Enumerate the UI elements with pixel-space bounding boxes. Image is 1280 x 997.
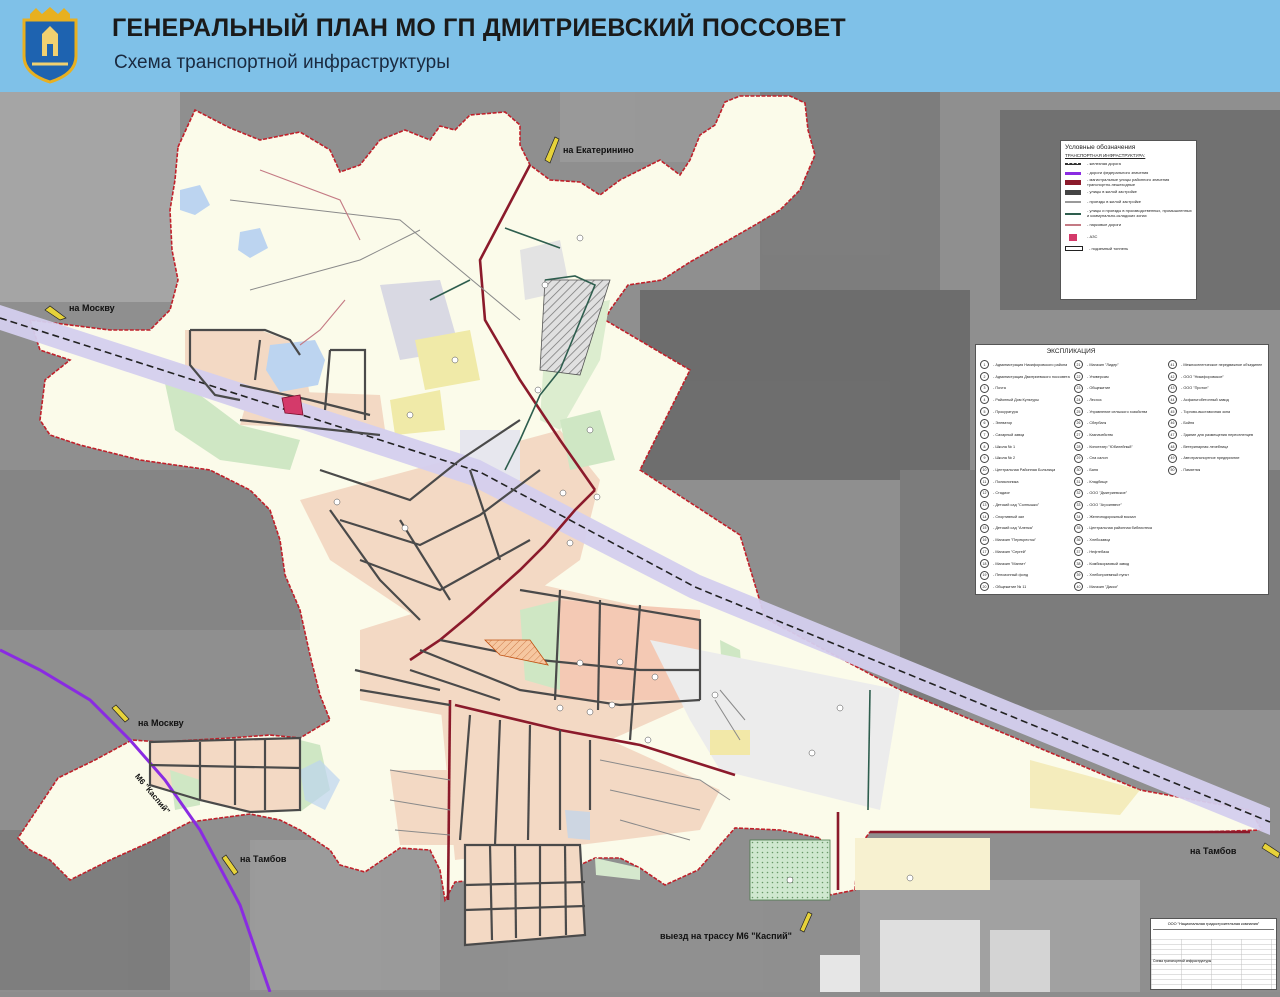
title-block-stamp: ООО "Национальная градостроительная комп… xyxy=(1150,918,1277,990)
explication-title: ЭКСПЛИКАЦИЯ xyxy=(1046,348,1096,355)
direction-label-tambov-east: на Тамбов xyxy=(1190,846,1237,856)
explication-item: 5- Прокуратура xyxy=(980,406,1074,418)
explication-table: ЭКСПЛИКАЦИЯ 1- Администрация Никифоровск… xyxy=(975,344,1269,595)
tunnel-icon xyxy=(1065,246,1083,252)
stamp-grid xyxy=(1151,939,1276,989)
explication-item: 28- Кинотеатр "Юбилейный" xyxy=(1074,441,1168,453)
explication-item: 2- Администрация Дмитриевского поссовета xyxy=(980,371,1074,383)
explication-item: 47- Здание для размещения переселенцев xyxy=(1168,429,1262,441)
explication-item: 40- Магазин "Дикси" xyxy=(1074,581,1168,593)
street-swatch xyxy=(1065,189,1081,195)
explication-item: 21- Магазин "Лидер" xyxy=(1074,359,1168,371)
explication-item: 33- ООО "Агроинвест" xyxy=(1074,499,1168,511)
explication-item: 25- Управление сельского хозяйства xyxy=(1074,406,1168,418)
main-street-swatch xyxy=(1065,180,1081,186)
explication-item: 48- Ветеринарная лечебница xyxy=(1168,441,1262,453)
explication-item: 15- Детский сад "Аленка" xyxy=(980,523,1074,535)
explication-item: 11- Поликлиника xyxy=(980,476,1074,488)
legend-item: - парковые дороги xyxy=(1061,221,1196,231)
gas-station xyxy=(281,394,304,416)
explication-item: 1- Администрация Никифоровского района xyxy=(980,359,1074,371)
explication-item: 13- Детский сад "Солнышко" xyxy=(980,499,1074,511)
legend-section: ТРАНСПОРТНАЯ ИНФРАСТРУКТУРА: xyxy=(1065,153,1146,158)
map-legend: Условные обозначения ТРАНСПОРТНАЯ ИНФРАС… xyxy=(1060,140,1197,300)
direction-label-moscow-north: на Москву xyxy=(69,303,115,313)
federal-road-swatch xyxy=(1065,171,1081,175)
explication-item: 16- Магазин "Перекресток" xyxy=(980,534,1074,546)
explication-item: 49- Автотранспортное предприятие xyxy=(1168,453,1262,465)
explication-item: 22- Универсам xyxy=(1074,371,1168,383)
explication-item: 35- Центральная районная библиотека xyxy=(1074,523,1168,535)
explication-item: 44- Асфальтобетонный завод xyxy=(1168,394,1262,406)
explication-item: 24- Лесхоз xyxy=(1074,394,1168,406)
direction-label-moscow-south: на Москву xyxy=(138,718,184,728)
railway-swatch xyxy=(1065,162,1081,165)
explication-item: 30- Баня xyxy=(1074,464,1168,476)
explication-column-3: 41- Межпоселенческое передвижное объедин… xyxy=(1168,359,1262,476)
gas-station-icon xyxy=(1069,233,1077,241)
explication-item: 8- Школа № 1 xyxy=(980,441,1074,453)
explication-item: 19- Пенсионный фонд xyxy=(980,569,1074,581)
explication-item: 36- Хлебозавод xyxy=(1074,534,1168,546)
explication-item: 10- Центральная Районная Больница xyxy=(980,464,1074,476)
explication-item: 50- Памятник xyxy=(1168,464,1262,476)
legend-item: - улицы и проезды в производственных, пр… xyxy=(1061,207,1196,221)
explication-item: 27- Казначейство xyxy=(1074,429,1168,441)
stamp-note: Схема транспортной инфраструктуры xyxy=(1153,959,1212,963)
explication-item: 4- Районный Дом Культуры xyxy=(980,394,1074,406)
park-road-swatch xyxy=(1065,224,1081,227)
passage-swatch xyxy=(1065,200,1081,203)
explication-item: 7- Сахарный завод xyxy=(980,429,1074,441)
explication-item: 39- Хлебоприемный пункт xyxy=(1074,569,1168,581)
explication-item: 17- Магазин "Сергей" xyxy=(980,546,1074,558)
explication-item: 32- ООО "Дмитриевское" xyxy=(1074,488,1168,500)
explication-item: 3- Почта xyxy=(980,382,1074,394)
explication-item: 9- Школа № 2 xyxy=(980,453,1074,465)
explication-item: 6- Элеватор xyxy=(980,417,1074,429)
explication-item: 37- Нефтебаза xyxy=(1074,546,1168,558)
explication-item: 12- Стадион xyxy=(980,488,1074,500)
explication-item: 41- Межпоселенческое передвижное объедин… xyxy=(1168,359,1262,371)
explication-item: 34- Железнодорожный вокзал xyxy=(1074,511,1168,523)
legend-item: - магистральные улицы районного значения… xyxy=(1061,178,1196,188)
stamp-organization: ООО "Национальная градостроительная комп… xyxy=(1153,922,1274,930)
page-subtitle: Схема транспортной инфраструктуры xyxy=(114,52,450,73)
direction-label-tambov-west: на Тамбов xyxy=(240,854,287,864)
legend-title: Условные обозначения xyxy=(1065,144,1136,151)
explication-item: 18- Магазин "Магнит" xyxy=(980,558,1074,570)
legend-item: - улицы в жилой застройке xyxy=(1061,188,1196,198)
explication-column-1: 1- Администрация Никифоровского района 2… xyxy=(980,359,1074,593)
explication-item: 46- Бойня xyxy=(1168,417,1262,429)
explication-item: 26- Сбербанк xyxy=(1074,417,1168,429)
header-bar: ГЕНЕРАЛЬНЫЙ ПЛАН МО ГП ДМИТРИЕВСКИЙ ПОСС… xyxy=(0,0,1280,93)
explication-item: 14- Спортивный зал xyxy=(980,511,1074,523)
legend-item: - подземный тоннель xyxy=(1061,244,1196,254)
legend-item: - АЗС xyxy=(1061,230,1196,244)
industrial-street-swatch xyxy=(1065,212,1081,215)
direction-label-ekaterinino: на Екатеринино xyxy=(563,145,634,155)
page-title: ГЕНЕРАЛЬНЫЙ ПЛАН МО ГП ДМИТРИЕВСКИЙ ПОСС… xyxy=(112,14,846,42)
direction-label-exit-m6: выезд на трассу М6 "Каспий" xyxy=(660,931,792,941)
coat-of-arms-icon xyxy=(22,7,78,84)
explication-item: 23- Общежитие xyxy=(1074,382,1168,394)
explication-item: 38- Комбикормовый завод xyxy=(1074,558,1168,570)
legend-item: - проезды в жилой застройке xyxy=(1061,197,1196,207)
explication-item: 29- Спа салон xyxy=(1074,453,1168,465)
explication-item: 42- ООО "Никифоровское" xyxy=(1168,371,1262,383)
legend-item: - железная дорога xyxy=(1061,159,1196,169)
explication-item: 43- ООО "Протон" xyxy=(1168,382,1262,394)
explication-column-2: 21- Магазин "Лидер" 22- Универсам 23- Об… xyxy=(1074,359,1168,593)
explication-item: 45- Торгово-выставочная зона xyxy=(1168,406,1262,418)
explication-item: 31- Кладбище xyxy=(1074,476,1168,488)
explication-item: 20- Общежитие № 11 xyxy=(980,581,1074,593)
